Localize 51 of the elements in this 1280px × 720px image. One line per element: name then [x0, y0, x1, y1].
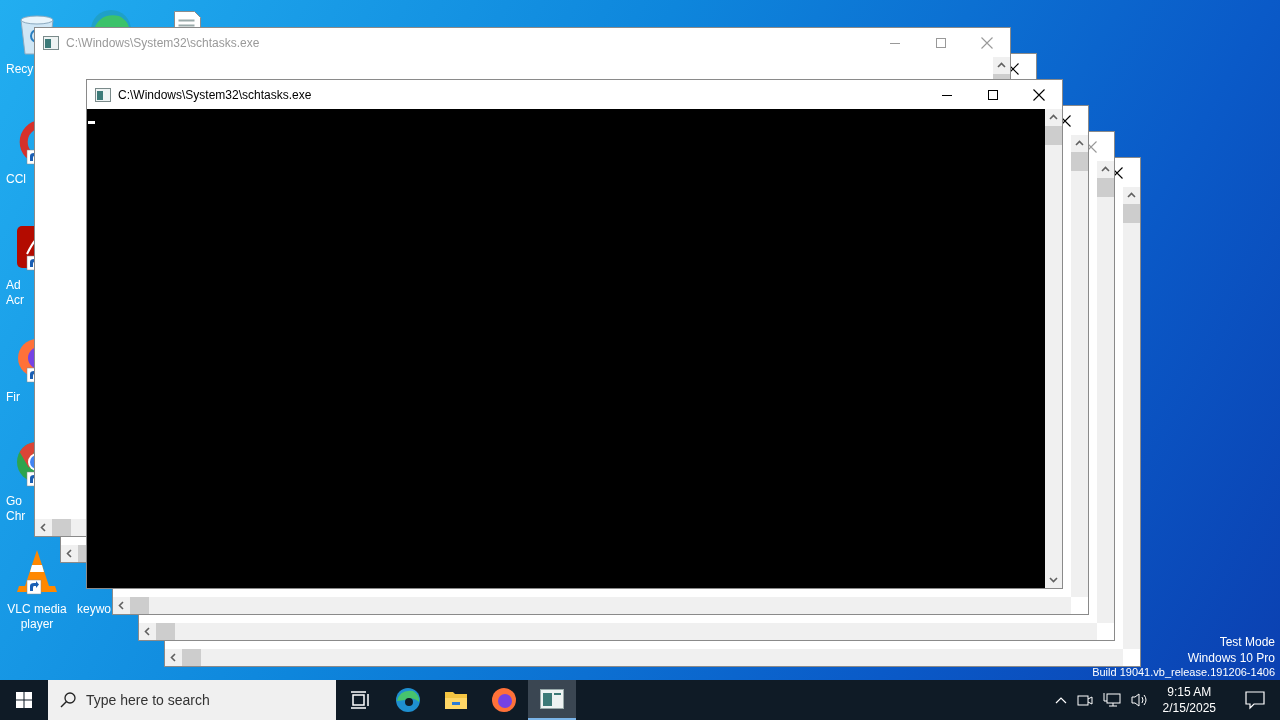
task-view-icon [350, 691, 370, 709]
horizontal-scrollbar[interactable] [165, 649, 1123, 666]
console-app-icon [43, 34, 59, 51]
scrollbar-thumb[interactable] [1123, 204, 1140, 223]
scrollbar-thumb[interactable] [130, 597, 149, 614]
vertical-scrollbar[interactable] [1123, 187, 1140, 649]
window-title: C:\Windows\System32\schtasks.exe [118, 86, 312, 104]
search-field[interactable]: Type here to search [86, 689, 324, 711]
close-icon [1033, 88, 1045, 101]
network-icon[interactable] [1102, 692, 1121, 708]
search-bar[interactable]: Type here to search [48, 680, 336, 720]
vertical-scrollbar[interactable] [1071, 135, 1088, 597]
maximize-icon [988, 89, 998, 100]
system-notice-text: Build 19041.vb_release.191206-1406 [1092, 667, 1275, 678]
windows-logo-icon [16, 692, 32, 708]
horizontal-scrollbar[interactable] [139, 623, 1097, 640]
taskbar-app-button[interactable] [528, 680, 576, 720]
scrollbar-thumb[interactable] [52, 519, 71, 536]
desktop-icon-label[interactable]: CCl [6, 172, 26, 187]
desktop-icon-label[interactable]: VLC media player [7, 602, 67, 632]
desktop-icon-label[interactable]: Go Chr [6, 494, 26, 524]
firefox-icon [491, 687, 517, 713]
volume-icon[interactable] [1130, 692, 1149, 708]
search-icon [60, 692, 76, 708]
scrollbar-thumb[interactable] [1071, 152, 1088, 171]
desktop-icon-label[interactable]: Recy [6, 62, 34, 77]
desktop-icon-label[interactable]: Ad Acr [6, 278, 24, 308]
scrollbar-thumb[interactable] [182, 649, 201, 666]
scrollbar-thumb[interactable] [1045, 126, 1062, 145]
console-app-icon [95, 86, 111, 103]
edge-icon [395, 687, 421, 713]
system-notice-text: Test Mode [1219, 636, 1275, 649]
console-app-icon [540, 689, 564, 709]
clock-date[interactable]: 2/15/2025 [1162, 700, 1216, 716]
close-icon [981, 36, 993, 49]
horizontal-scrollbar[interactable] [113, 597, 1071, 614]
system-notice-text: Windows 10 Pro [1187, 652, 1275, 665]
maximize-icon [936, 37, 946, 48]
scrollbar-thumb[interactable] [156, 623, 175, 640]
scrollbar-thumb[interactable] [1097, 178, 1114, 197]
folder-icon [444, 689, 468, 711]
vertical-scrollbar[interactable] [1045, 109, 1062, 588]
camera-icon[interactable] [1076, 692, 1093, 708]
desktop-icon-label[interactable]: keywo [77, 602, 111, 617]
notification-icon[interactable] [1244, 690, 1266, 710]
vlc-icon [15, 548, 59, 596]
clock-time[interactable]: 9:15 AM [1167, 684, 1212, 700]
chevron-up-icon[interactable] [1054, 696, 1067, 704]
vertical-scrollbar[interactable] [1097, 161, 1114, 623]
window-title: C:\Windows\System32\schtasks.exe [66, 34, 260, 52]
desktop-icon-label[interactable]: Fir [6, 390, 20, 405]
